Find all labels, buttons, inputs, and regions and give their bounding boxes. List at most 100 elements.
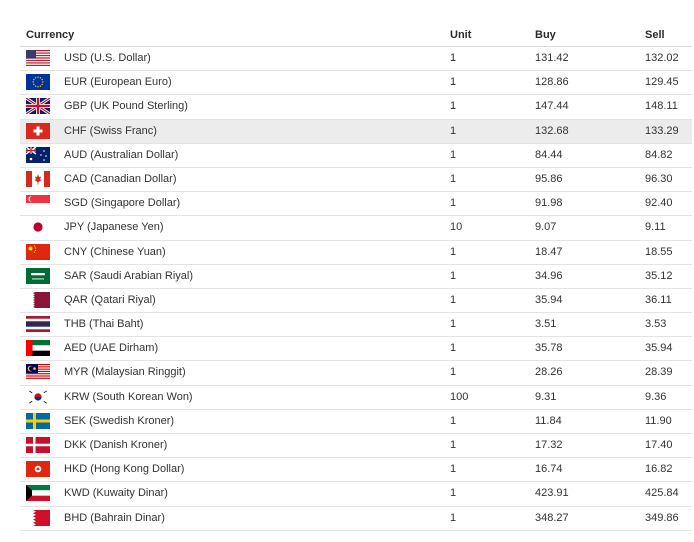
sell-rate: 35.12 — [645, 269, 673, 282]
sell-rate: 133.29 — [645, 124, 679, 137]
sell-rate: 132.02 — [645, 52, 679, 64]
unit-value: 1 — [450, 366, 457, 379]
currency-name: KRW (South Korean Won) — [64, 390, 193, 403]
unit-value: 1 — [450, 269, 457, 282]
table-row: SEK (Swedish Kroner) 1 11.84 11.90 — [20, 410, 692, 434]
qa-flag-icon — [26, 291, 50, 308]
sell-rate: 92.40 — [645, 197, 673, 210]
exchange-rate-table: Currency Unit Buy Sell USD (U.S. Dollar)… — [20, 22, 692, 531]
sa-flag-icon — [26, 267, 50, 284]
buy-rate: 18.47 — [535, 245, 563, 258]
us-flag-icon — [26, 50, 50, 66]
sell-rate: 17.40 — [645, 439, 673, 451]
unit-value: 1 — [450, 414, 457, 427]
sell-rate: 148.11 — [645, 100, 678, 113]
unit-value: 1 — [450, 124, 457, 137]
ca-flag-icon — [26, 170, 50, 187]
unit-value: 1 — [450, 318, 457, 331]
unit-value: 10 — [450, 221, 463, 234]
table-row: EUR (European Euro) 1 128.86 129.45 — [20, 71, 692, 96]
buy-rate: 95.86 — [535, 172, 563, 185]
ae-flag-icon — [26, 340, 50, 357]
buy-rate: 16.74 — [535, 463, 563, 476]
table-body: USD (U.S. Dollar) 1 131.42 132.02 EUR (Europ… — [20, 47, 692, 531]
jp-flag-icon — [26, 219, 50, 236]
header-sell: Sell — [645, 29, 665, 41]
buy-rate: 423.91 — [535, 487, 569, 500]
header-currency: Currency — [26, 29, 75, 41]
buy-rate: 9.31 — [535, 390, 557, 403]
buy-rate: 34.96 — [535, 269, 563, 282]
currency-name: JPY (Japanese Yen) — [64, 221, 164, 234]
currency-name: EUR (European Euro) — [64, 76, 172, 89]
sell-rate: 35.94 — [645, 342, 673, 355]
currency-name: CNY (Chinese Yuan) — [64, 245, 166, 258]
table-header: Currency Unit Buy Sell — [20, 22, 692, 47]
buy-rate: 84.44 — [535, 148, 563, 161]
table-row: JPY (Japanese Yen) 10 9.07 9.11 — [20, 216, 692, 241]
currency-name: BHD (Bahrain Dinar) — [64, 511, 165, 524]
currency-name: AUD (Australian Dollar) — [64, 148, 179, 161]
sell-rate: 16.82 — [645, 463, 673, 476]
table-row: AUD (Australian Dollar) 1 84.44 84.82 — [20, 144, 692, 168]
unit-value: 1 — [450, 511, 457, 524]
buy-rate: 128.86 — [535, 76, 569, 89]
table-row: THB (Thai Baht) 1 3.51 3.53 — [20, 313, 692, 338]
table-row: HKD (Hong Kong Dollar) 1 16.74 16.82 — [20, 458, 692, 483]
currency-name: KWD (Kuwaity Dinar) — [64, 487, 168, 500]
buy-rate: 35.78 — [535, 342, 563, 355]
currency-name: AED (UAE Dirham) — [64, 342, 159, 355]
unit-value: 1 — [450, 148, 457, 161]
table-row: MYR (Malaysian Ringgit) 1 28.26 28.39 — [20, 361, 692, 386]
currency-name: CAD (Canadian Dollar) — [64, 172, 177, 185]
table-row: CAD (Canadian Dollar) 1 95.86 96.30 — [20, 168, 692, 193]
sell-rate: 129.45 — [645, 76, 679, 89]
buy-rate: 17.32 — [535, 439, 563, 451]
table-row: CHF (Swiss Franc) 1 132.68 133.29 — [20, 119, 692, 144]
table-row: USD (U.S. Dollar) 1 131.42 132.02 — [20, 47, 692, 72]
buy-rate: 348.27 — [535, 511, 569, 524]
table-row: SGD (Singapore Dollar) 1 91.98 92.40 — [20, 192, 692, 217]
unit-value: 100 — [450, 390, 469, 403]
dk-flag-icon — [26, 437, 50, 453]
buy-rate: 9.07 — [535, 221, 557, 234]
table-row: BHD (Bahrain Dinar) 1 348.27 349.86 — [20, 507, 692, 531]
table-row: GBP (UK Pound Sterling) 1 147.44 148.11 — [20, 95, 692, 120]
uk-flag-icon — [26, 98, 50, 115]
table-row: KWD (Kuwaity Dinar) 1 423.91 425.84 — [20, 482, 692, 507]
unit-value: 1 — [450, 52, 457, 64]
header-unit: Unit — [450, 29, 472, 41]
buy-rate: 91.98 — [535, 197, 563, 210]
kw-flag-icon — [26, 485, 50, 502]
kr-flag-icon — [26, 388, 50, 405]
buy-rate: 35.94 — [535, 293, 563, 306]
buy-rate: 3.51 — [535, 318, 557, 331]
table-row: DKK (Danish Kroner) 1 17.32 17.40 — [20, 434, 692, 459]
currency-name: SGD (Singapore Dollar) — [64, 197, 181, 210]
sell-rate: 84.82 — [645, 148, 673, 161]
sg-flag-icon — [26, 195, 50, 212]
sell-rate: 9.11 — [645, 221, 666, 234]
currency-name: USD (U.S. Dollar) — [64, 52, 151, 64]
ch-flag-icon — [26, 122, 50, 139]
sell-rate: 9.36 — [645, 390, 667, 403]
unit-value: 1 — [450, 197, 457, 210]
currency-name: CHF (Swiss Franc) — [64, 124, 157, 137]
eu-flag-icon — [26, 74, 50, 91]
my-flag-icon — [26, 364, 50, 381]
currency-name: HKD (Hong Kong Dollar) — [64, 463, 185, 476]
sell-rate: 28.39 — [645, 366, 673, 379]
currency-name: MYR (Malaysian Ringgit) — [64, 366, 186, 379]
buy-rate: 28.26 — [535, 366, 563, 379]
currency-name: QAR (Qatari Riyal) — [64, 293, 156, 306]
cn-flag-icon — [26, 243, 50, 260]
bh-flag-icon — [26, 509, 50, 526]
sell-rate: 18.55 — [645, 245, 673, 258]
currency-name: SEK (Swedish Kroner) — [64, 414, 175, 427]
table-row: QAR (Qatari Riyal) 1 35.94 36.11 — [20, 289, 692, 314]
unit-value: 1 — [450, 100, 457, 113]
buy-rate: 147.44 — [535, 100, 569, 113]
table-row: CNY (Chinese Yuan) 1 18.47 18.55 — [20, 241, 692, 265]
unit-value: 1 — [450, 439, 457, 451]
buy-rate: 131.42 — [535, 52, 569, 64]
